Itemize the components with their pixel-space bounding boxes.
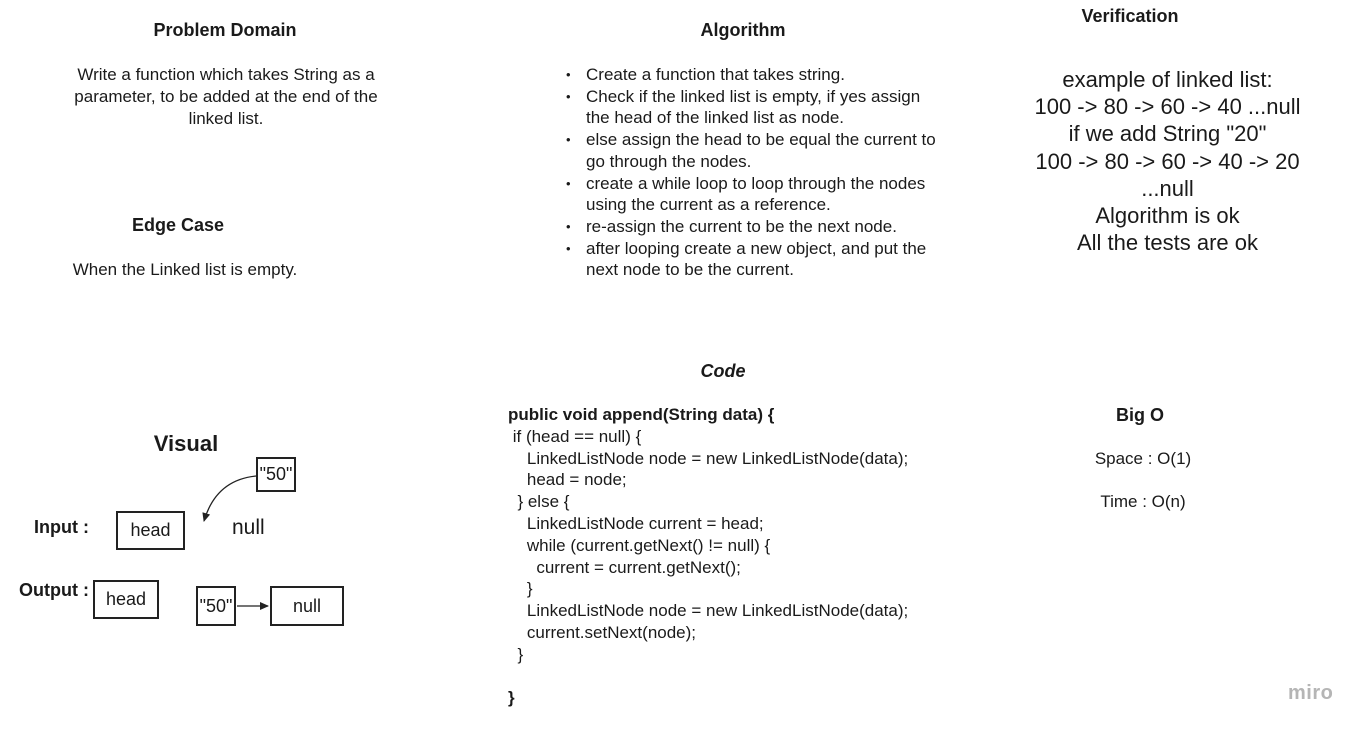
verification-line: ...null [1141, 175, 1194, 201]
code-title: Code [700, 361, 746, 381]
code-block: public void append(String data) { if (he… [508, 404, 988, 709]
algorithm-step: else assign the head to be equal the cur… [566, 129, 946, 172]
output-null-node: null [270, 586, 344, 626]
algorithm-step: after looping create a new object, and p… [566, 238, 946, 281]
code-line: head = node; [508, 470, 627, 490]
verification-line: Algorithm is ok [1095, 203, 1240, 229]
code-line: while (current.getNext() != null) { [508, 535, 771, 555]
code-line: } else { [508, 492, 570, 512]
output-label: Output : [19, 580, 89, 600]
code-line: } [508, 644, 524, 664]
input-head-node: head [116, 511, 185, 550]
input-label: Input : [34, 517, 89, 537]
algorithm-steps: Create a function that takes string. Che… [566, 64, 946, 281]
algorithm-step: re-assign the current to be the next nod… [566, 216, 946, 238]
verification-line: example of linked list: [1062, 67, 1273, 92]
edge-case-title: Edge Case [131, 215, 225, 235]
input-null-text: null [232, 516, 265, 539]
algorithm-step: Create a function that takes string. [566, 64, 946, 86]
code-line: } [508, 579, 533, 599]
code-line: current.setNext(node); [508, 622, 697, 642]
code-line: public void append(String data) { [508, 405, 775, 424]
visual-title: Visual [153, 431, 219, 456]
code-line: LinkedListNode current = head; [508, 513, 764, 533]
verification-line: if we add String "20" [1068, 121, 1267, 147]
code-line: current = current.getNext(); [508, 557, 741, 577]
edge-case-text: When the Linked list is empty. [72, 260, 298, 279]
big-o-title: Big O [1116, 405, 1164, 425]
verification-title: Verification [1081, 6, 1179, 26]
problem-domain-text: Write a function which takes String as a… [74, 65, 378, 128]
insert-arrow [202, 475, 257, 522]
code-line: LinkedListNode node = new LinkedListNode… [508, 448, 909, 468]
code-line: ​ [508, 666, 988, 688]
problem-domain-title: Problem Domain [153, 20, 297, 40]
algorithm-step: create a while loop to loop through the … [566, 173, 946, 216]
verification-text: example of linked list: 100 -> 80 -> 60 … [1000, 66, 1335, 256]
code-line: if (head == null) { [508, 426, 642, 446]
algorithm-step: Check if the linked list is empty, if ye… [566, 86, 946, 129]
big-o-space: Space : O(1) [1094, 449, 1192, 468]
code-line: LinkedListNode node = new LinkedListNode… [508, 601, 909, 621]
big-o-time: Time : O(n) [1100, 492, 1186, 511]
verification-line: All the tests are ok [1077, 230, 1258, 256]
input-value-node: "50" [256, 457, 296, 492]
output-value-node: "50" [196, 586, 236, 626]
output-head-node: head [93, 580, 159, 619]
verification-line: 100 -> 80 -> 60 -> 40 ...null [1034, 94, 1301, 120]
miro-watermark-logo: miro [1288, 682, 1334, 704]
verification-line: 100 -> 80 -> 60 -> 40 -> 20 [1035, 148, 1300, 174]
code-line: } [508, 688, 515, 708]
algorithm-title: Algorithm [700, 20, 786, 40]
